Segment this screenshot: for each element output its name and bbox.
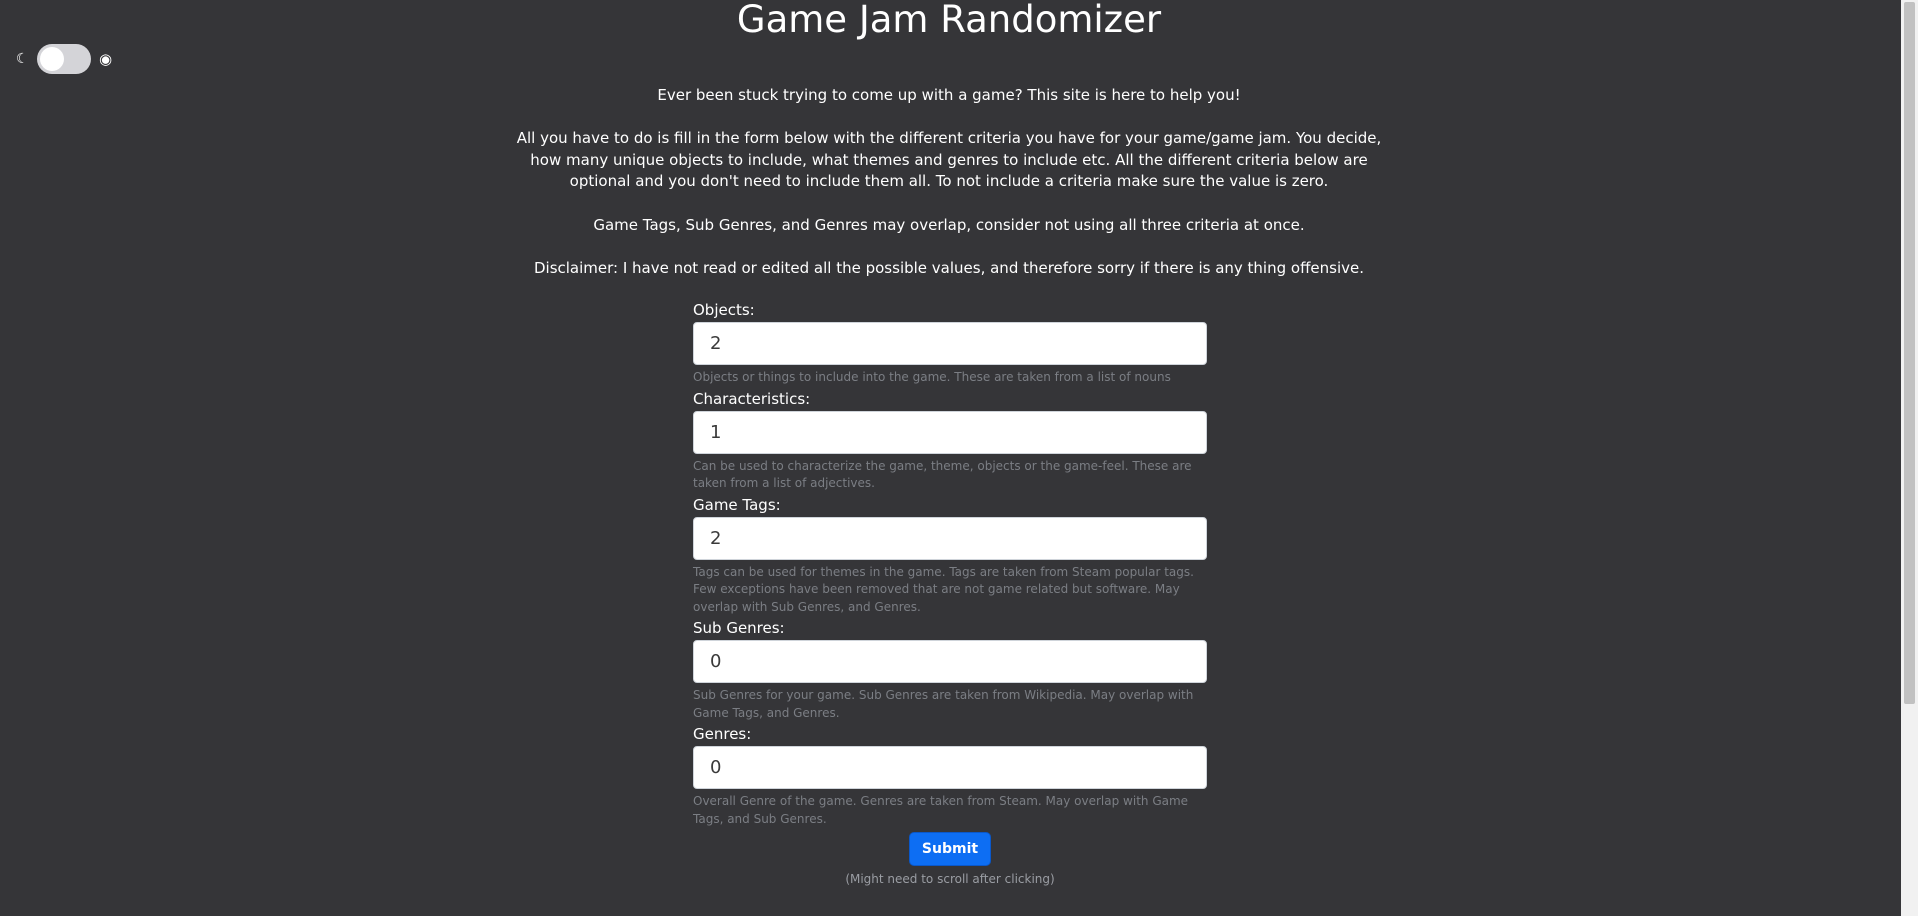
objects-group: Objects: Objects or things to include in…	[693, 298, 1207, 387]
page-scrollbar[interactable]	[1901, 0, 1918, 916]
genres-help: Overall Genre of the game. Genres are ta…	[693, 794, 1189, 826]
intro-paragraph: All you have to do is fill in the form b…	[516, 129, 1382, 191]
characteristics-label: Characteristics:	[693, 389, 811, 408]
game-tags-group: Game Tags: Tags can be used for themes i…	[693, 493, 1207, 617]
switch-knob	[40, 47, 64, 71]
page: Game Jam Randomizer ☾ ◉ Ever been stuck …	[0, 0, 1918, 916]
moon-icon: ☾	[16, 51, 29, 67]
genres-label: Genres:	[693, 725, 752, 743]
disclaimer: Disclaimer: I have not read or edited al…	[533, 258, 1365, 277]
theme-toggle: ☾ ◉	[16, 44, 112, 74]
game-tags-help: Tags can be used for themes in the game.…	[693, 564, 1194, 614]
genres-group: Genres: Overall Genre of the game. Genre…	[693, 722, 1207, 828]
sun-icon: ◉	[99, 50, 113, 68]
sub-genres-help: Sub Genres for your game. Sub Genres are…	[693, 688, 1194, 720]
characteristics-group: Characteristics: Can be used to characte…	[693, 387, 1207, 493]
characteristics-input[interactable]	[693, 410, 1207, 454]
objects-label: Objects:	[693, 301, 755, 319]
genres-input[interactable]	[693, 746, 1207, 789]
page-title: Game Jam Randomizer	[736, 0, 1162, 41]
sub-genres-input[interactable]	[693, 640, 1207, 683]
scroll-note: (Might need to scroll after clicking)	[845, 872, 1055, 886]
characteristics-help: Can be used to characterize the game, th…	[693, 458, 1192, 491]
scrollbar-thumb[interactable]	[1904, 2, 1915, 704]
objects-help: Objects or things to include into the ga…	[693, 370, 1171, 384]
objects-input[interactable]	[693, 322, 1207, 365]
randomizer-form: Objects: Objects or things to include in…	[693, 298, 1207, 886]
sub-genres-group: Sub Genres: Sub Genres for your game. Su…	[693, 616, 1207, 722]
intro-paragraph: Game Tags, Sub Genres, and Genres may ov…	[593, 215, 1305, 234]
sub-genres-label: Sub Genres:	[693, 619, 785, 637]
submit-button[interactable]: Submit	[908, 832, 992, 866]
game-tags-input[interactable]	[693, 516, 1207, 560]
intro-paragraph: Ever been stuck trying to come up with a…	[657, 86, 1241, 104]
theme-switch[interactable]	[37, 44, 91, 74]
submit-wrapper: Submit	[693, 832, 1207, 866]
intro-text: Ever been stuck trying to come up with a…	[515, 85, 1383, 301]
game-tags-label: Game Tags:	[693, 495, 781, 514]
